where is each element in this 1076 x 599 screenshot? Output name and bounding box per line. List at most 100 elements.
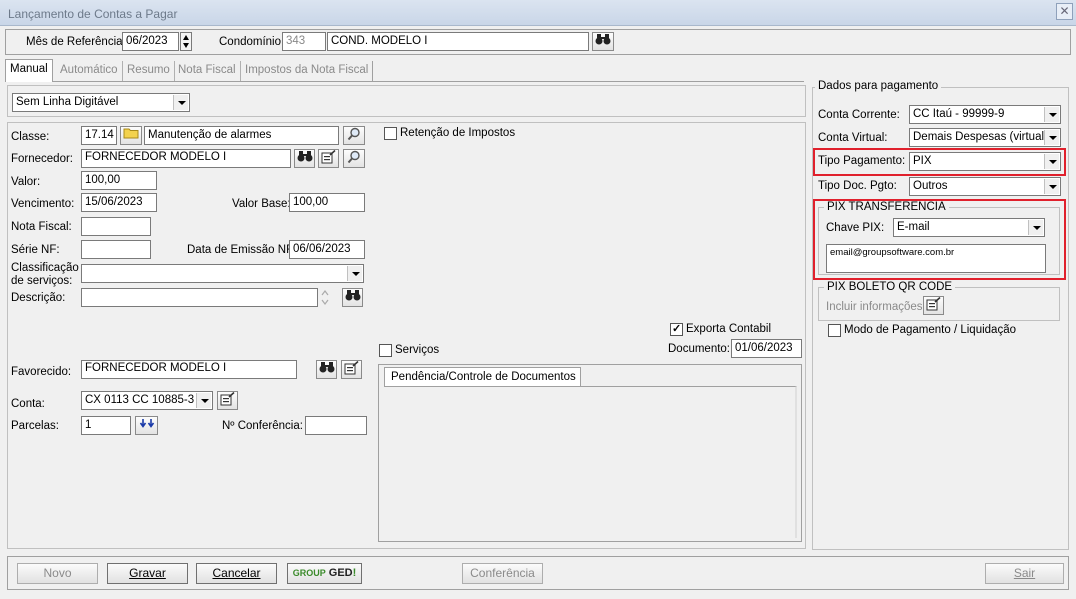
modo-pagamento-checkbox[interactable] [828,324,841,337]
conferencia-input[interactable] [305,416,367,435]
chevron-down-icon[interactable] [1044,154,1059,169]
descricao-search-button[interactable] [342,288,363,307]
double-arrow-down-icon [139,419,154,428]
novo-button[interactable]: Novo [17,563,98,584]
parcelas-input[interactable]: 1 [81,416,131,435]
exporta-contabil-checkbox[interactable] [670,322,683,336]
edit-form-icon [926,296,941,311]
conta-edit-button[interactable] [217,391,238,410]
folder-icon [123,128,139,139]
pix-boleto-title: PIX BOLETO QR CODE [824,281,956,293]
chevron-down-icon[interactable] [173,95,188,110]
fornecedor-search-button[interactable] [294,149,315,168]
condominio-search-button[interactable] [592,32,614,51]
edit-form-icon [344,360,359,375]
classe-name-input[interactable]: Manutenção de alarmes [144,126,339,145]
chevron-down-icon[interactable] [196,393,211,408]
fornecedor-lookup-button[interactable] [343,149,365,168]
pendencia-content [384,386,797,538]
chevron-down-icon[interactable] [1044,130,1059,145]
edit-form-icon [220,391,235,406]
linha-digitavel-select[interactable]: Sem Linha Digitável [12,93,190,112]
mes-referencia-input[interactable]: 06/2023 [122,32,179,51]
pendencia-tab[interactable]: Pendência/Controle de Documentos [384,367,581,387]
tipo-pagamento-select[interactable]: PIX [909,152,1061,171]
tipo-pagamento-label: Tipo Pagamento: [818,155,906,167]
servicos-label: Serviços [395,344,440,356]
condominio-code-input[interactable]: 343 [282,32,326,51]
retencao-checkbox[interactable] [384,127,397,140]
parcelas-expand-button[interactable] [135,416,158,435]
data-emissao-label: Data de Emissão NF: [187,244,297,256]
favorecido-label: Favorecido: [11,366,72,378]
vencimento-input[interactable]: 15/06/2023 [81,193,157,212]
chave-pix-value: E-mail [897,221,930,233]
window-title: Lançamento de Contas a Pagar [0,0,1076,26]
tipo-pagamento-value: PIX [913,155,932,167]
valor-base-label: Valor Base: [232,198,291,210]
chevron-down-icon[interactable] [347,266,362,281]
group-ged-button[interactable]: GROUP GED! [287,563,362,584]
conta-select[interactable]: CX 0113 CC 10885-3 [81,391,213,410]
descricao-input[interactable] [81,288,318,307]
chevron-down-icon[interactable] [1028,220,1043,235]
spin-arrows-icon [183,35,189,48]
favorecido-input[interactable]: FORNECEDOR MODELO I [81,360,297,379]
close-icon[interactable]: ✕ [1056,3,1073,20]
nota-fiscal-input[interactable] [81,217,151,236]
gravar-button[interactable]: Gravar [107,563,188,584]
favorecido-search-button[interactable] [316,360,337,379]
data-emissao-input[interactable]: 06/06/2023 [289,240,365,259]
tipo-doc-value: Outros [913,180,948,192]
conta-label: Conta: [11,398,45,410]
incluir-informacoes-button[interactable] [923,296,944,315]
valor-input[interactable]: 100,00 [81,171,157,190]
classificacao-select[interactable] [81,264,364,283]
tipo-doc-select[interactable]: Outros [909,177,1061,196]
linha-digitavel-value: Sem Linha Digitável [16,96,119,108]
conferencia-button[interactable]: Conferência [462,563,543,584]
serie-nf-input[interactable] [81,240,151,259]
cancelar-button[interactable]: Cancelar [196,563,277,584]
ged-group-text: GROUP [292,568,326,578]
classificacao-label-line2: de serviços: [11,275,73,287]
classe-code-input[interactable]: 17.14 [81,126,117,145]
pagamento-title: Dados para pagamento [815,80,942,92]
classe-folder-button[interactable] [120,126,142,145]
descricao-scroll-arrows[interactable] [320,288,332,307]
magnifier-icon [347,127,360,141]
conta-virtual-value: Demais Despesas (virtual) [913,131,1048,143]
condominio-name-input[interactable]: COND. MODELO I [327,32,589,51]
scroll-arrows-icon [321,290,329,305]
binoculars-icon [345,290,360,301]
fornecedor-edit-button[interactable] [318,149,339,168]
tab-manual[interactable]: Manual [5,59,53,82]
tab-impostos[interactable]: Impostos da Nota Fiscal [241,61,374,81]
conta-virtual-label: Conta Virtual: [818,132,888,144]
documento-input[interactable]: 01/06/2023 [731,339,802,358]
tab-nota-fiscal[interactable]: Nota Fiscal [174,61,241,81]
chave-pix-text-input[interactable]: email@groupsoftware.com.br [826,244,1046,273]
chave-pix-select[interactable]: E-mail [893,218,1045,237]
tab-automatico[interactable]: Automático [56,61,123,81]
fornecedor-input[interactable]: FORNECEDOR MODELO I [81,149,291,168]
conferencia-label: Nº Conferência: [222,420,303,432]
edit-form-icon [321,149,336,164]
conta-corrente-value: CC Itaú - 99999-9 [913,108,1005,120]
conta-corrente-label: Conta Corrente: [818,109,900,121]
servicos-checkbox[interactable] [379,344,392,357]
conta-virtual-select[interactable]: Demais Despesas (virtual) [909,128,1061,147]
mes-referencia-spinner[interactable] [180,32,192,51]
valor-base-input[interactable]: 100,00 [289,193,365,212]
sair-button[interactable]: Sair [985,563,1064,584]
magnifier-icon [347,150,360,164]
descricao-label: Descrição: [11,292,66,304]
chevron-down-icon[interactable] [1044,179,1059,194]
favorecido-edit-button[interactable] [341,360,362,379]
classificacao-label-line1: Classificação [11,262,79,274]
classe-lookup-button[interactable] [343,126,365,145]
chevron-down-icon[interactable] [1044,107,1059,122]
conta-corrente-select[interactable]: CC Itaú - 99999-9 [909,105,1061,124]
tab-resumo[interactable]: Resumo [123,61,175,81]
serie-nf-label: Série NF: [11,244,60,256]
